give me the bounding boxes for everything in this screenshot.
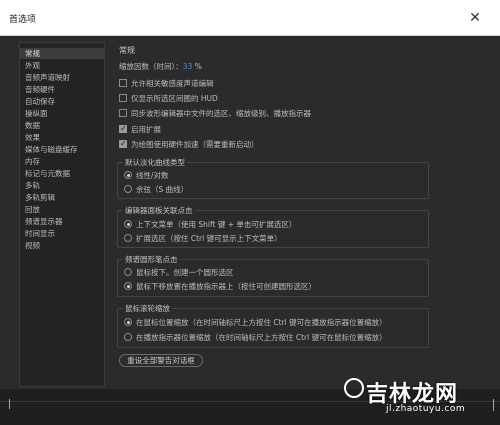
sidebar-item-playback[interactable]: 回放 xyxy=(20,204,104,215)
radio-dot[interactable] xyxy=(124,171,132,179)
checkbox-box[interactable] xyxy=(119,109,127,117)
radio-dot[interactable] xyxy=(124,234,132,242)
radio-label: 鼠标按下。创建一个圆形选区 xyxy=(136,268,234,277)
sidebar-item-media-cache[interactable]: 媒体与磁盘缓存 xyxy=(20,144,104,155)
watermark-logo-icon xyxy=(344,378,364,398)
checkbox-label: 允许相关敏感度声道编辑 xyxy=(131,79,214,88)
title-bar: 首选项 ✕ xyxy=(0,0,500,36)
checkbox-hardware-acceleration[interactable]: 为绘图使用硬件加速（需要重新启动） xyxy=(119,139,259,150)
radio-label: 在播放指示器位置缩放（在时间轴标尺上方按住 Ctrl 键可在鼠标位置缩放） xyxy=(136,333,387,342)
zoom-factor-unit: % xyxy=(194,62,202,71)
preferences-dialog: 常规 外观 音频声道映射 音频硬件 自动保存 操纵面 数据 效果 媒体与磁盘缓存… xyxy=(0,36,500,425)
checkbox-box[interactable] xyxy=(119,124,127,134)
sidebar-item-general[interactable]: 常规 xyxy=(20,48,104,59)
checkbox-label: 同步波形编辑器中文件的选区、缩放级别、播放指示器 xyxy=(131,109,311,118)
radio-cosine[interactable]: 余弦（S 曲线） xyxy=(124,185,188,195)
sidebar-item-auto-save[interactable]: 自动保存 xyxy=(20,96,104,107)
radio-zoom-at-mouse[interactable]: 在鼠标位置缩放（在时间轴标尺上方按住 Ctrl 键可在播放指示器位置缩放） xyxy=(124,318,387,328)
radio-label: 鼠标下移放置在播放指示器上（按住可创建圆形选区） xyxy=(136,282,316,291)
section-title: 常规 xyxy=(119,46,135,55)
sidebar-item-multitrack-clips[interactable]: 多轨剪辑 xyxy=(20,192,104,203)
close-icon[interactable]: ✕ xyxy=(465,8,485,28)
zoom-factor-row: 缩放因数（时间）：33 % xyxy=(119,62,202,72)
radio-label: 在鼠标位置缩放（在时间轴标尺上方按住 Ctrl 键可在播放指示器位置缩放） xyxy=(136,318,387,327)
sidebar: 常规 外观 音频声道映射 音频硬件 自动保存 操纵面 数据 效果 媒体与磁盘缓存… xyxy=(19,42,105,387)
timeline-marker xyxy=(9,399,10,409)
checkbox-sync-selection[interactable]: 同步波形编辑器中文件的选区、缩放级别、播放指示器 xyxy=(119,109,311,119)
group-label: 鼠标滚轮缩放 xyxy=(123,303,172,314)
radio-mouse-down-playhead[interactable]: 鼠标下移放置在播放指示器上（按住可创建圆形选区） xyxy=(124,282,316,292)
radio-dot[interactable] xyxy=(124,282,132,290)
radio-label: 余弦（S 曲线） xyxy=(136,185,189,194)
sidebar-item-markers-metadata[interactable]: 标记与元数据 xyxy=(20,168,104,179)
checkbox-box[interactable] xyxy=(119,139,127,149)
radio-zoom-at-playhead[interactable]: 在播放指示器位置缩放（在时间轴标尺上方按住 Ctrl 键可在鼠标位置缩放） xyxy=(124,333,387,343)
checkbox-box[interactable] xyxy=(119,94,127,102)
checkbox-label: 仅显示所选区间图的 HUD xyxy=(131,94,218,103)
watermark: 吉林龙网 jl.zhaotuyu.com xyxy=(340,372,490,420)
group-label: 编辑器面板关联点击 xyxy=(123,205,195,216)
sidebar-item-time-display[interactable]: 时间显示 xyxy=(20,228,104,239)
group-label: 频谱圆形笔点击 xyxy=(123,254,180,265)
radio-mouse-down[interactable]: 鼠标按下。创建一个圆形选区 xyxy=(124,268,234,278)
sidebar-item-audio-channel-mapping[interactable]: 音频声道映射 xyxy=(20,72,104,83)
sidebar-item-spectral-display[interactable]: 频谱显示器 xyxy=(20,216,104,227)
radio-dot[interactable] xyxy=(124,268,132,276)
checkbox-label: 启用扩展 xyxy=(131,125,161,134)
radio-linear-log[interactable]: 线性/对数 xyxy=(124,171,169,181)
checkbox-enable-extensions[interactable]: 启用扩展 xyxy=(119,124,161,135)
sidebar-item-data[interactable]: 数据 xyxy=(20,120,104,131)
radio-label: 扩展选区（按住 Ctrl 键可显示上下文菜单） xyxy=(136,234,282,243)
sidebar-item-control-surface[interactable]: 操纵面 xyxy=(20,108,104,119)
group-label: 默认淡化曲线类型 xyxy=(123,157,187,168)
checkbox-hud-selected[interactable]: 仅显示所选区间图的 HUD xyxy=(119,94,218,104)
radio-label: 线性/对数 xyxy=(136,171,169,180)
radio-dot[interactable] xyxy=(124,220,132,228)
radio-dot[interactable] xyxy=(124,318,132,326)
radio-dot[interactable] xyxy=(124,333,132,341)
radio-label: 上下文菜单（使用 Shift 键 + 单击可扩展选区） xyxy=(136,220,297,229)
sidebar-item-video[interactable]: 视频 xyxy=(20,240,104,251)
radio-extend-selection[interactable]: 扩展选区（按住 Ctrl 键可显示上下文菜单） xyxy=(124,234,282,244)
reset-warnings-button[interactable]: 重设全部警告对话框 xyxy=(119,354,203,367)
checkbox-box[interactable] xyxy=(119,79,127,87)
sidebar-item-multitrack[interactable]: 多轨 xyxy=(20,180,104,191)
timeline-marker xyxy=(493,399,494,411)
radio-dot[interactable] xyxy=(124,185,132,193)
radio-context-menu[interactable]: 上下文菜单（使用 Shift 键 + 单击可扩展选区） xyxy=(124,220,296,230)
zoom-factor-label: 缩放因数（时间）： xyxy=(119,62,183,71)
checkbox-label: 为绘图使用硬件加速（需要重新启动） xyxy=(131,140,259,149)
sidebar-item-memory[interactable]: 内存 xyxy=(20,156,104,167)
zoom-factor-value[interactable]: 33 xyxy=(183,62,193,71)
sidebar-item-appearance[interactable]: 外观 xyxy=(20,60,104,71)
window-title: 首选项 xyxy=(9,15,37,25)
sidebar-item-audio-hardware[interactable]: 音频硬件 xyxy=(20,84,104,95)
sidebar-item-effects[interactable]: 效果 xyxy=(20,132,104,143)
watermark-url: jl.zhaotuyu.com xyxy=(386,404,466,414)
checkbox-allow-channel-edit[interactable]: 允许相关敏感度声道编辑 xyxy=(119,79,214,89)
